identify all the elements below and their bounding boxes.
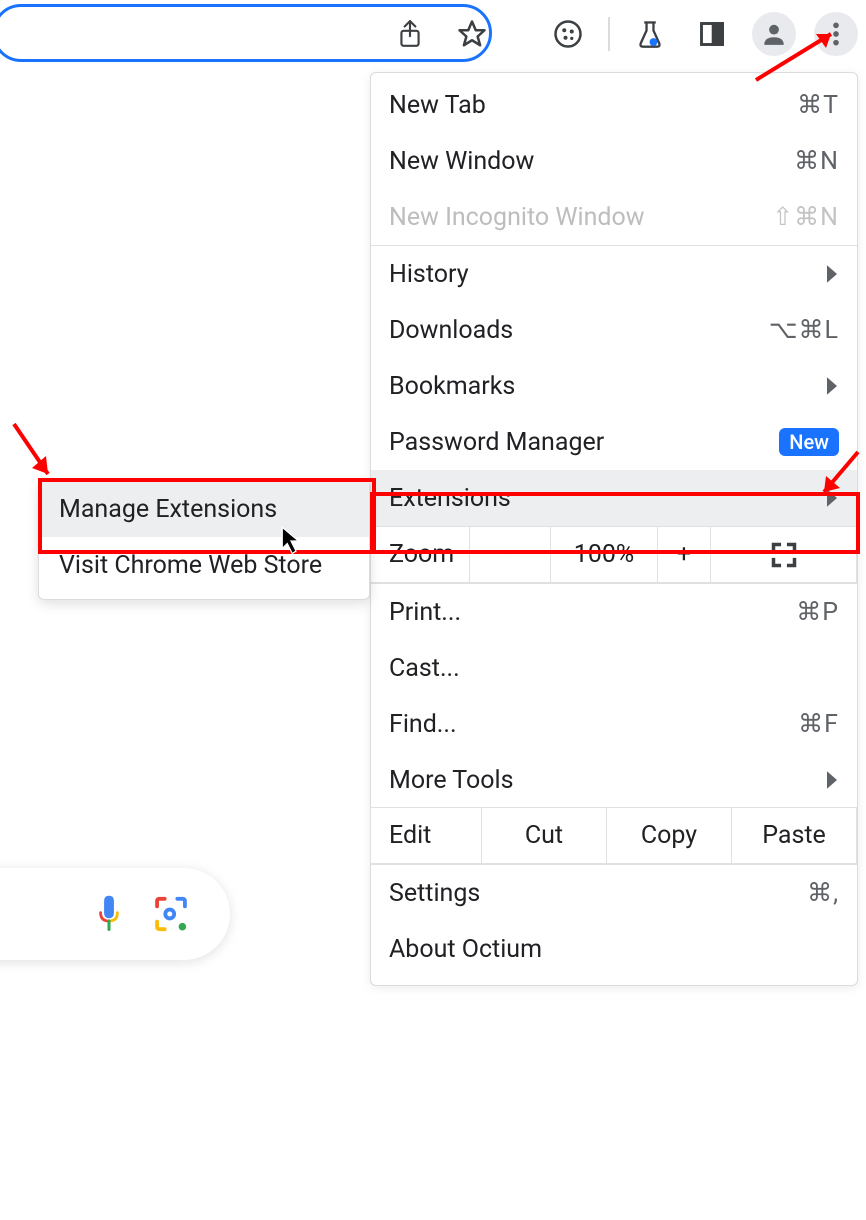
submenu-label: Manage Extensions	[59, 495, 277, 524]
menu-label: New Incognito Window	[389, 203, 645, 232]
menu-downloads[interactable]: Downloads ⌥⌘L	[371, 302, 857, 358]
toolbar-icon-group	[388, 0, 858, 68]
submenu-label: Visit Chrome Web Store	[59, 551, 322, 580]
menu-find[interactable]: Find... ⌘F	[371, 696, 857, 752]
menu-label: Downloads	[389, 316, 513, 345]
menu-zoom-row: Zoom − 100% +	[371, 527, 857, 583]
menu-label: Find...	[389, 710, 457, 739]
zoom-in-button[interactable]: +	[657, 526, 711, 583]
menu-cast[interactable]: Cast...	[371, 640, 857, 696]
toolbar-separator	[608, 17, 610, 51]
cookie-icon[interactable]	[546, 12, 590, 56]
shortcut: ⌘P	[796, 597, 839, 627]
menu-label: History	[389, 260, 469, 289]
chevron-right-icon	[825, 770, 839, 790]
menu-new-tab[interactable]: New Tab ⌘T	[371, 77, 857, 133]
extensions-submenu: Manage Extensions Visit Chrome Web Store	[38, 480, 370, 600]
menu-extensions[interactable]: Extensions	[371, 470, 857, 526]
lens-search-icon[interactable]	[152, 895, 190, 933]
shortcut: ⌘F	[798, 709, 839, 739]
shortcut: ⇧⌘N	[772, 202, 839, 232]
menu-right-group: New	[779, 428, 839, 456]
shortcut: ⌘T	[797, 90, 839, 120]
shortcut: ⌘N	[794, 146, 839, 176]
chevron-right-icon	[825, 264, 839, 284]
menu-settings[interactable]: Settings ⌘,	[371, 865, 857, 921]
zoom-out-button[interactable]: −	[469, 526, 551, 583]
copy-button[interactable]: Copy	[606, 807, 732, 864]
paste-button[interactable]: Paste	[731, 807, 857, 864]
menu-label: Password Manager	[389, 428, 604, 457]
panel-icon[interactable]	[690, 12, 734, 56]
shortcut: ⌘,	[807, 878, 839, 908]
star-icon[interactable]	[450, 12, 494, 56]
profile-icon[interactable]	[752, 12, 796, 56]
zoom-value: 100%	[550, 526, 658, 583]
search-bar-fragment[interactable]	[0, 868, 230, 960]
browser-toolbar	[0, 0, 866, 68]
menu-about[interactable]: About Octium	[371, 921, 857, 977]
menu-new-window[interactable]: New Window ⌘N	[371, 133, 857, 189]
submenu-manage-extensions[interactable]: Manage Extensions	[39, 481, 369, 537]
chevron-right-icon	[825, 488, 839, 508]
menu-label: New Tab	[389, 91, 486, 120]
voice-search-icon[interactable]	[92, 893, 126, 935]
menu-label: Settings	[389, 879, 480, 908]
menu-bookmarks[interactable]: Bookmarks	[371, 358, 857, 414]
menu-print[interactable]: Print... ⌘P	[371, 584, 857, 640]
overflow-menu: New Tab ⌘T New Window ⌘N New Incognito W…	[370, 72, 858, 986]
menu-label: More Tools	[389, 766, 514, 795]
flask-icon[interactable]	[628, 12, 672, 56]
menu-label: Extensions	[389, 484, 511, 513]
menu-label: Cast...	[389, 654, 460, 683]
share-icon[interactable]	[388, 12, 432, 56]
chevron-right-icon	[825, 376, 839, 396]
menu-label: Bookmarks	[389, 372, 515, 401]
more-vert-icon[interactable]	[814, 12, 858, 56]
cut-button[interactable]: Cut	[481, 807, 607, 864]
menu-label: New Window	[389, 147, 534, 176]
shortcut: ⌥⌘L	[769, 315, 839, 345]
zoom-label: Zoom	[370, 526, 470, 583]
edit-label: Edit	[370, 807, 482, 864]
menu-new-incognito: New Incognito Window ⇧⌘N	[371, 189, 857, 245]
menu-more-tools[interactable]: More Tools	[371, 752, 857, 808]
menu-label: About Octium	[389, 935, 542, 964]
submenu-visit-store[interactable]: Visit Chrome Web Store	[39, 537, 369, 593]
menu-label: Print...	[389, 598, 461, 627]
menu-history[interactable]: History	[371, 246, 857, 302]
new-badge: New	[779, 428, 839, 456]
menu-edit-row: Edit Cut Copy Paste	[371, 808, 857, 864]
fullscreen-button[interactable]	[710, 526, 857, 583]
menu-password-manager[interactable]: Password Manager New	[371, 414, 857, 470]
